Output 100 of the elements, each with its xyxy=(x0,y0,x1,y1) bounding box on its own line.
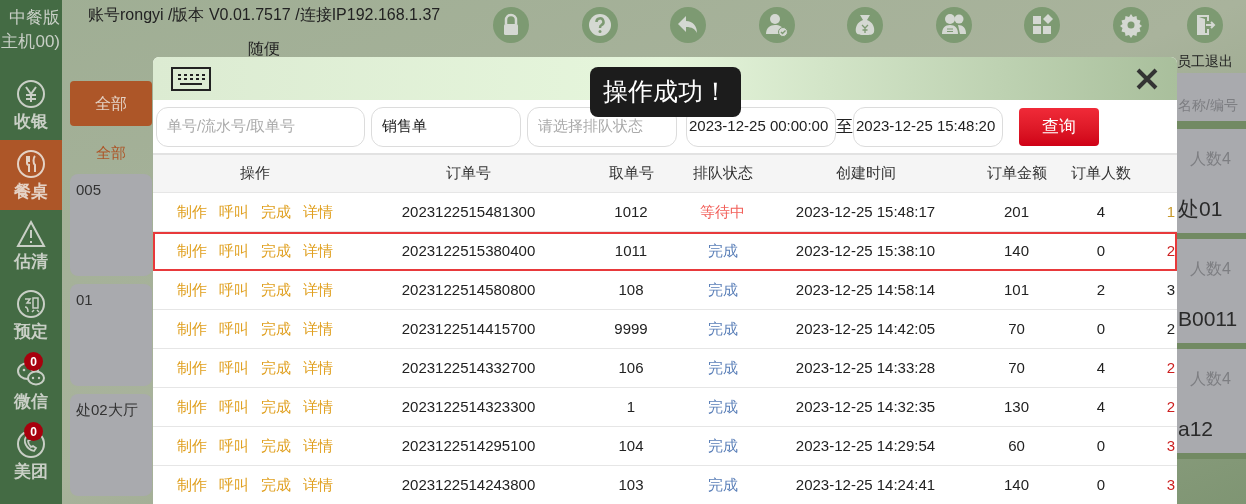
table-card[interactable]: 005 xyxy=(70,174,152,276)
column-header: 订单人数 xyxy=(1070,163,1132,184)
column-header: 订单号 xyxy=(445,163,492,184)
table-row[interactable]: 制作 呼叫 完成 详情 2023122515481300 1012 等待中 2023-12-25 15:48:17 201 4 1 xyxy=(153,193,1177,232)
action-link[interactable]: 详情 xyxy=(303,200,333,224)
action-link[interactable]: 详情 xyxy=(303,473,333,497)
column-header: 订单金额 xyxy=(985,163,1048,184)
action-link[interactable]: 呼叫 xyxy=(219,278,249,302)
action-link[interactable]: 详情 xyxy=(303,278,333,302)
account-info: 账号rongyi /版本 V0.01.7517 /连接IP192.168.1.37 xyxy=(88,5,442,25)
action-link[interactable]: 制作 xyxy=(177,278,207,302)
table-cell-text: 1 xyxy=(1165,201,1176,222)
search-field[interactable]: 单号/流水号/取单号 xyxy=(156,106,365,147)
status-text: 完成 xyxy=(706,279,739,300)
action-link[interactable]: 完成 xyxy=(261,356,291,380)
table-cell-text: 2023-12-25 14:42:05 xyxy=(794,318,937,339)
column-header: 取单号 xyxy=(607,163,655,184)
category-tab[interactable]: 全部 xyxy=(70,81,152,126)
table-cell-text: 108 xyxy=(617,279,645,300)
table-cell-text: 60 xyxy=(1007,435,1026,456)
action-link[interactable]: 详情 xyxy=(303,434,333,458)
table-row[interactable]: 制作 呼叫 完成 详情 2023122514323300 1 完成 2023-12-25 14:32:35 130 4 2 xyxy=(153,388,1177,427)
action-link[interactable]: 制作 xyxy=(177,317,207,341)
table-row[interactable]: 制作 呼叫 完成 详情 2023122514332700 106 完成 2023-12-25 14:33:28 70 4 2 xyxy=(153,349,1177,388)
brand-text: 中餐版 xyxy=(9,7,60,29)
sidebar-item[interactable]: 美团 0 xyxy=(0,420,62,490)
sidebar-item[interactable]: 估清 xyxy=(0,210,62,280)
query-button[interactable]: 查询 xyxy=(1019,107,1099,146)
action-link[interactable]: 完成 xyxy=(261,434,291,458)
action-link[interactable]: 制作 xyxy=(177,356,207,380)
table-cell-text: 101 xyxy=(1003,279,1030,300)
action-link[interactable]: 呼叫 xyxy=(219,317,249,341)
sidebar-label: 美团 xyxy=(14,461,48,482)
order-type-select[interactable]: 销售单 xyxy=(371,106,521,147)
table-cell-text: 103 xyxy=(617,474,645,495)
sidebar-item[interactable]: 预定 xyxy=(0,280,62,350)
action-link[interactable]: 呼叫 xyxy=(219,473,249,497)
action-link[interactable]: 完成 xyxy=(261,278,291,302)
table-row[interactable]: 制作 呼叫 完成 详情 2023122514580800 108 完成 2023-12-25 14:58:14 101 2 3 xyxy=(153,271,1177,310)
table-name: B0011 xyxy=(1178,306,1239,332)
table-cell-text: 9999 xyxy=(613,318,649,339)
action-link[interactable]: 呼叫 xyxy=(219,434,249,458)
table-cell-text: 0 xyxy=(1095,474,1107,495)
table-cell-text: 3 xyxy=(1165,474,1176,495)
action-link[interactable]: 完成 xyxy=(261,317,291,341)
table-cell-text: 2023122514580800 xyxy=(400,279,537,300)
sidebar-item[interactable]: 收银 xyxy=(0,70,62,140)
action-link[interactable]: 制作 xyxy=(177,395,207,419)
action-link[interactable]: 呼叫 xyxy=(219,200,249,224)
table-cell-text: 4 xyxy=(1095,396,1107,417)
action-link[interactable]: 完成 xyxy=(261,395,291,419)
table-cell-text: 2023122514295100 xyxy=(400,435,537,456)
action-link[interactable]: 制作 xyxy=(177,239,207,263)
toolbar-button[interactable]: 员工退出 xyxy=(1175,7,1235,73)
close-icon[interactable] xyxy=(1135,66,1159,91)
table-row[interactable]: 制作 呼叫 完成 详情 2023122514295100 104 完成 2023-12-25 14:29:54 60 0 3 xyxy=(153,427,1177,466)
table-cell-text: 70 xyxy=(1007,318,1026,339)
status-text: 完成 xyxy=(706,318,739,339)
sub-tab[interactable]: 全部 xyxy=(70,126,152,174)
action-link[interactable]: 制作 xyxy=(177,434,207,458)
sidebar-item[interactable]: 微信 0 xyxy=(0,350,62,420)
action-link[interactable]: 制作 xyxy=(177,200,207,224)
table-card[interactable]: 01 xyxy=(70,284,152,386)
table-cell-text: 2023-12-25 14:33:28 xyxy=(794,357,937,378)
table-card[interactable]: 处02大厅 xyxy=(70,394,152,496)
table-cell-text: 140 xyxy=(1003,240,1030,261)
action-link[interactable]: 呼叫 xyxy=(219,395,249,419)
table-cell-text: 4 xyxy=(1095,201,1107,222)
yen-icon xyxy=(16,78,46,109)
badge: 0 xyxy=(24,422,43,441)
date-field[interactable]: 2023-12-25 15:48:20 xyxy=(853,106,1003,147)
action-link[interactable]: 制作 xyxy=(177,473,207,497)
table-row[interactable]: 制作 呼叫 完成 详情 2023122514243800 103 完成 2023-12-25 14:24:41 140 0 3 xyxy=(153,466,1177,504)
status-text: 完成 xyxy=(706,357,739,378)
action-link[interactable]: 详情 xyxy=(303,356,333,380)
action-link[interactable]: 完成 xyxy=(261,473,291,497)
table-name: 处02大厅 xyxy=(76,401,138,418)
sidebar-label: 餐桌 xyxy=(14,181,48,202)
table-cell-text: 0 xyxy=(1095,240,1107,261)
sidebar-item[interactable]: 餐桌 xyxy=(0,140,62,210)
store-name: 随便 xyxy=(247,39,281,59)
table-row[interactable]: 制作 呼叫 完成 详情 2023122515380400 1011 完成 2023-12-25 15:38:10 140 0 2 xyxy=(153,232,1177,271)
fork-knife-icon xyxy=(16,148,46,179)
table-cell-text: 2023-12-25 14:24:41 xyxy=(794,474,937,495)
action-link[interactable]: 呼叫 xyxy=(219,356,249,380)
action-link[interactable]: 完成 xyxy=(261,239,291,263)
keyboard-icon[interactable] xyxy=(171,66,211,91)
table-cell-text: 201 xyxy=(1003,201,1030,222)
action-link[interactable]: 详情 xyxy=(303,239,333,263)
toast-message: 操作成功！ xyxy=(590,67,741,117)
table-cell-text: 140 xyxy=(1003,474,1030,495)
action-link[interactable]: 详情 xyxy=(303,395,333,419)
table-row[interactable]: 制作 呼叫 完成 详情 2023122514415700 9999 完成 2023-12-25 14:42:05 70 0 2 xyxy=(153,310,1177,349)
action-link[interactable]: 完成 xyxy=(261,200,291,224)
action-link[interactable]: 详情 xyxy=(303,317,333,341)
brand-text: 主机00) xyxy=(1,31,60,53)
action-link[interactable]: 呼叫 xyxy=(219,239,249,263)
table-name: 处01 xyxy=(1178,196,1224,222)
status-text: 等待中 xyxy=(699,201,746,222)
badge: 0 xyxy=(24,352,43,371)
